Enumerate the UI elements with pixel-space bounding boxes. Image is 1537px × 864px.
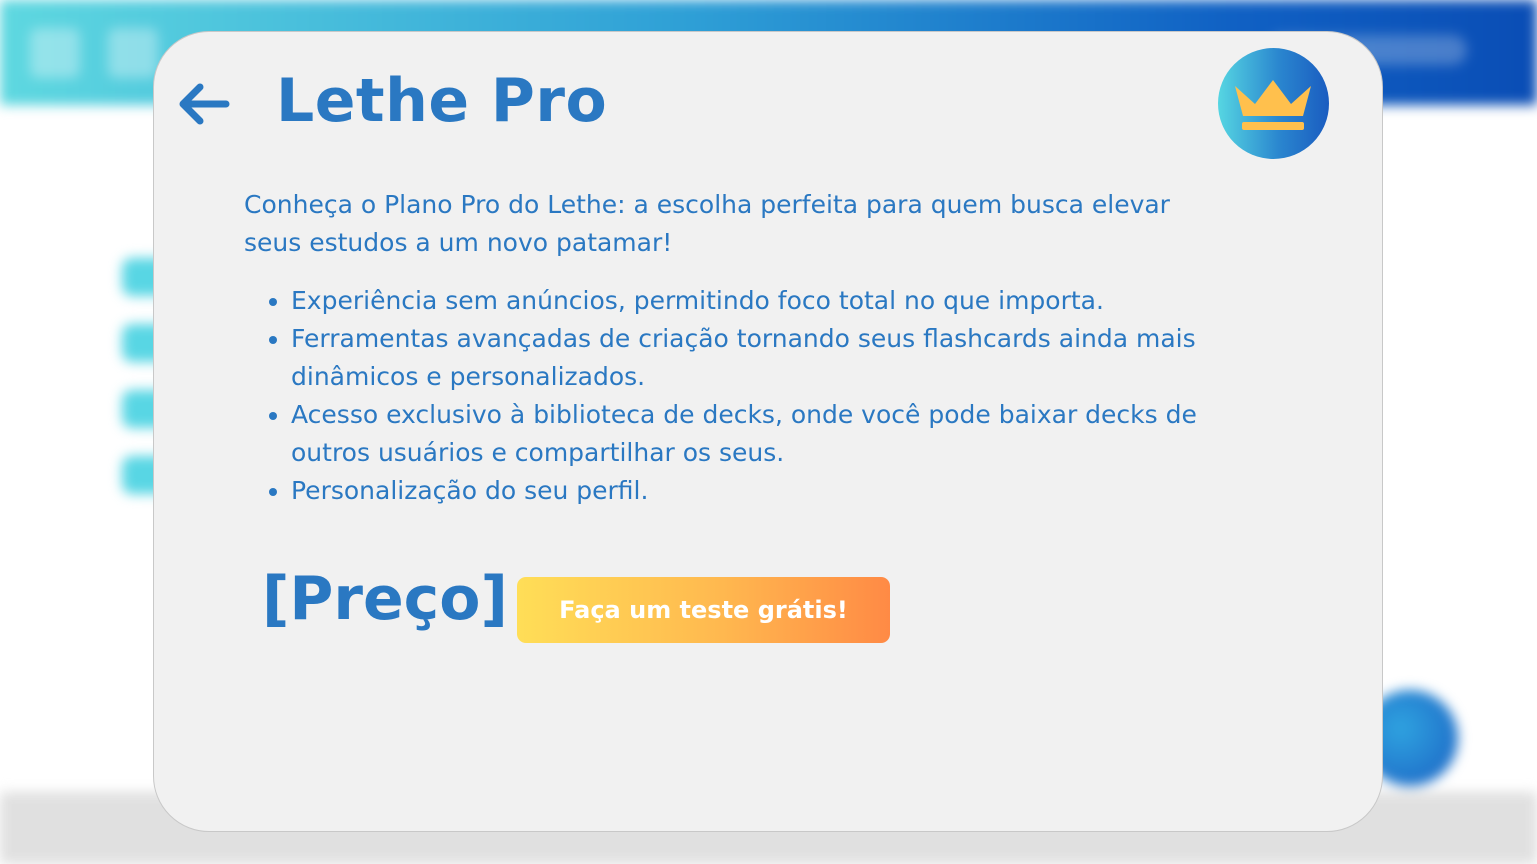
back-button[interactable] <box>176 82 230 126</box>
feature-item: Experiência sem anúncios, permitindo foc… <box>291 282 1251 320</box>
background-menu-icon <box>30 28 80 78</box>
feature-item: Acesso exclusivo à biblioteca de decks, … <box>291 396 1251 472</box>
arrow-left-icon <box>179 83 230 125</box>
free-trial-button[interactable]: Faça um teste grátis! <box>517 577 890 643</box>
price-label: [Preço] <box>262 564 508 634</box>
background-home-icon <box>108 28 158 78</box>
modal-title: Lethe Pro <box>276 66 608 136</box>
pro-plan-modal: Lethe Pro Conheça o Plano Pro do Lethe: … <box>153 31 1383 832</box>
feature-item: Ferramentas avançadas de criação tornand… <box>291 320 1251 396</box>
intro-text: Conheça o Plano Pro do Lethe: a escolha … <box>244 190 1170 257</box>
pro-badge <box>1218 48 1329 159</box>
feature-item: Personalização do seu perfil. <box>291 472 1251 510</box>
feature-list: Experiência sem anúncios, permitindo foc… <box>245 282 1251 510</box>
crown-icon <box>1235 80 1311 130</box>
